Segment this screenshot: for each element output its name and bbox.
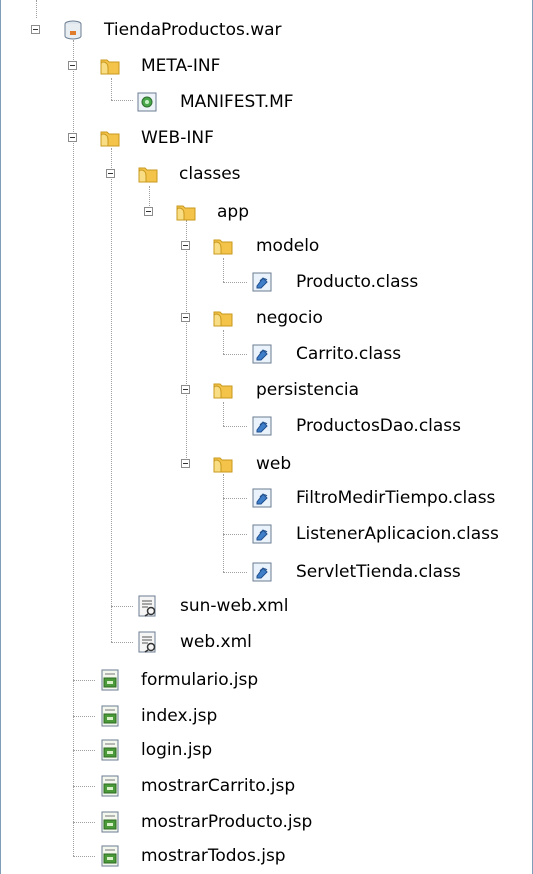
collapse-toggle[interactable] xyxy=(68,61,77,70)
tree-node-negocio[interactable]: negocio xyxy=(0,303,533,333)
collapse-toggle[interactable] xyxy=(181,385,190,394)
collapse-toggle[interactable] xyxy=(31,25,40,34)
folder-icon xyxy=(212,307,234,329)
tree-node-producto-class[interactable]: Producto.class xyxy=(0,267,533,297)
tree-node-label: app xyxy=(217,202,249,222)
class-file-icon xyxy=(251,343,273,365)
tree-node-index-jsp[interactable]: index.jsp xyxy=(0,701,533,731)
class-file-icon xyxy=(251,561,273,583)
class-file-icon xyxy=(251,415,273,437)
tree-node-label: negocio xyxy=(256,308,323,328)
tree-node-servlet-class[interactable]: ServletTienda.class xyxy=(0,557,533,587)
tree-node-label: FiltroMedirTiempo.class xyxy=(296,488,496,508)
tree-node-productosdao-class[interactable]: ProductosDao.class xyxy=(0,411,533,441)
tree-node-meta-inf[interactable]: META-INF xyxy=(0,51,533,81)
tree-node-classes[interactable]: classes xyxy=(0,159,533,189)
tree-node-manifest[interactable]: MANIFEST.MF xyxy=(0,87,533,117)
tree-node-label: TiendaProductos.war xyxy=(104,20,282,40)
tree-node-mostrarproducto-jsp[interactable]: mostrarProducto.jsp xyxy=(0,807,533,837)
tree-node-web-xml[interactable]: web.xml xyxy=(0,627,533,657)
tree-node-label: mostrarCarrito.jsp xyxy=(141,776,296,796)
tree-node-sun-web-xml[interactable]: sun-web.xml xyxy=(0,591,533,621)
tree-node-web[interactable]: web xyxy=(0,449,533,479)
tree-node-formulario-jsp[interactable]: formulario.jsp xyxy=(0,665,533,695)
tree-node-modelo[interactable]: modelo xyxy=(0,231,533,261)
war-archive-icon xyxy=(62,19,84,41)
collapse-toggle[interactable] xyxy=(144,207,153,216)
tree-node-label: ListenerAplicacion.class xyxy=(296,524,499,544)
jsp-file-icon xyxy=(99,739,121,761)
folder-icon xyxy=(175,201,197,223)
tree-node-root[interactable]: TiendaProductos.war xyxy=(0,15,533,45)
tree-node-label: web xyxy=(256,454,292,474)
folder-icon xyxy=(212,379,234,401)
tree-node-label: index.jsp xyxy=(141,706,218,726)
project-tree-panel: { "tree": { "root": {"label": "TiendaPro… xyxy=(0,0,533,874)
tree-node-label: modelo xyxy=(256,236,320,256)
manifest-file-icon xyxy=(136,91,158,113)
collapse-toggle[interactable] xyxy=(106,169,115,178)
tree-node-label: MANIFEST.MF xyxy=(180,92,294,112)
tree-node-label: WEB-INF xyxy=(141,128,214,148)
tree-node-label: login.jsp xyxy=(141,740,213,760)
jsp-file-icon xyxy=(99,811,121,833)
jsp-file-icon xyxy=(99,705,121,727)
tree-node-web-inf[interactable]: WEB-INF xyxy=(0,123,533,153)
xml-file-icon xyxy=(136,631,158,653)
tree-node-persistencia[interactable]: persistencia xyxy=(0,375,533,405)
tree-node-label: web.xml xyxy=(180,632,252,652)
tree-node-carrito-class[interactable]: Carrito.class xyxy=(0,339,533,369)
tree-node-label: mostrarProducto.jsp xyxy=(141,812,313,832)
tree-node-mostrartodos-jsp[interactable]: mostrarTodos.jsp xyxy=(0,841,533,871)
tree-node-label: formulario.jsp xyxy=(141,670,259,690)
folder-icon xyxy=(137,163,159,185)
tree-node-label: classes xyxy=(179,164,241,184)
folder-icon xyxy=(99,127,121,149)
tree-node-label: META-INF xyxy=(141,56,221,76)
xml-file-icon xyxy=(136,595,158,617)
tree-node-filtro-class[interactable]: FiltroMedirTiempo.class xyxy=(0,483,533,513)
tree-node-listener-class[interactable]: ListenerAplicacion.class xyxy=(0,519,533,549)
jsp-file-icon xyxy=(99,845,121,867)
collapse-toggle[interactable] xyxy=(181,241,190,250)
tree-node-label: ServletTienda.class xyxy=(296,562,461,582)
tree-node-label: Carrito.class xyxy=(296,344,402,364)
folder-icon xyxy=(212,453,234,475)
class-file-icon xyxy=(251,487,273,509)
tree-node-label: persistencia xyxy=(256,380,360,400)
folder-icon xyxy=(99,55,121,77)
tree-node-login-jsp[interactable]: login.jsp xyxy=(0,735,533,765)
tree-node-mostrarcarrito-jsp[interactable]: mostrarCarrito.jsp xyxy=(0,771,533,801)
tree-node-label: Producto.class xyxy=(296,272,419,292)
tree-node-label: mostrarTodos.jsp xyxy=(141,846,286,866)
tree-node-label: sun-web.xml xyxy=(180,596,289,616)
folder-icon xyxy=(212,235,234,257)
collapse-toggle[interactable] xyxy=(68,133,77,142)
class-file-icon xyxy=(251,523,273,545)
collapse-toggle[interactable] xyxy=(181,313,190,322)
jsp-file-icon xyxy=(99,669,121,691)
tree-node-label: ProductosDao.class xyxy=(296,416,462,436)
jsp-file-icon xyxy=(99,775,121,797)
class-file-icon xyxy=(251,271,273,293)
tree-node-app[interactable]: app xyxy=(0,197,533,227)
collapse-toggle[interactable] xyxy=(181,459,190,468)
